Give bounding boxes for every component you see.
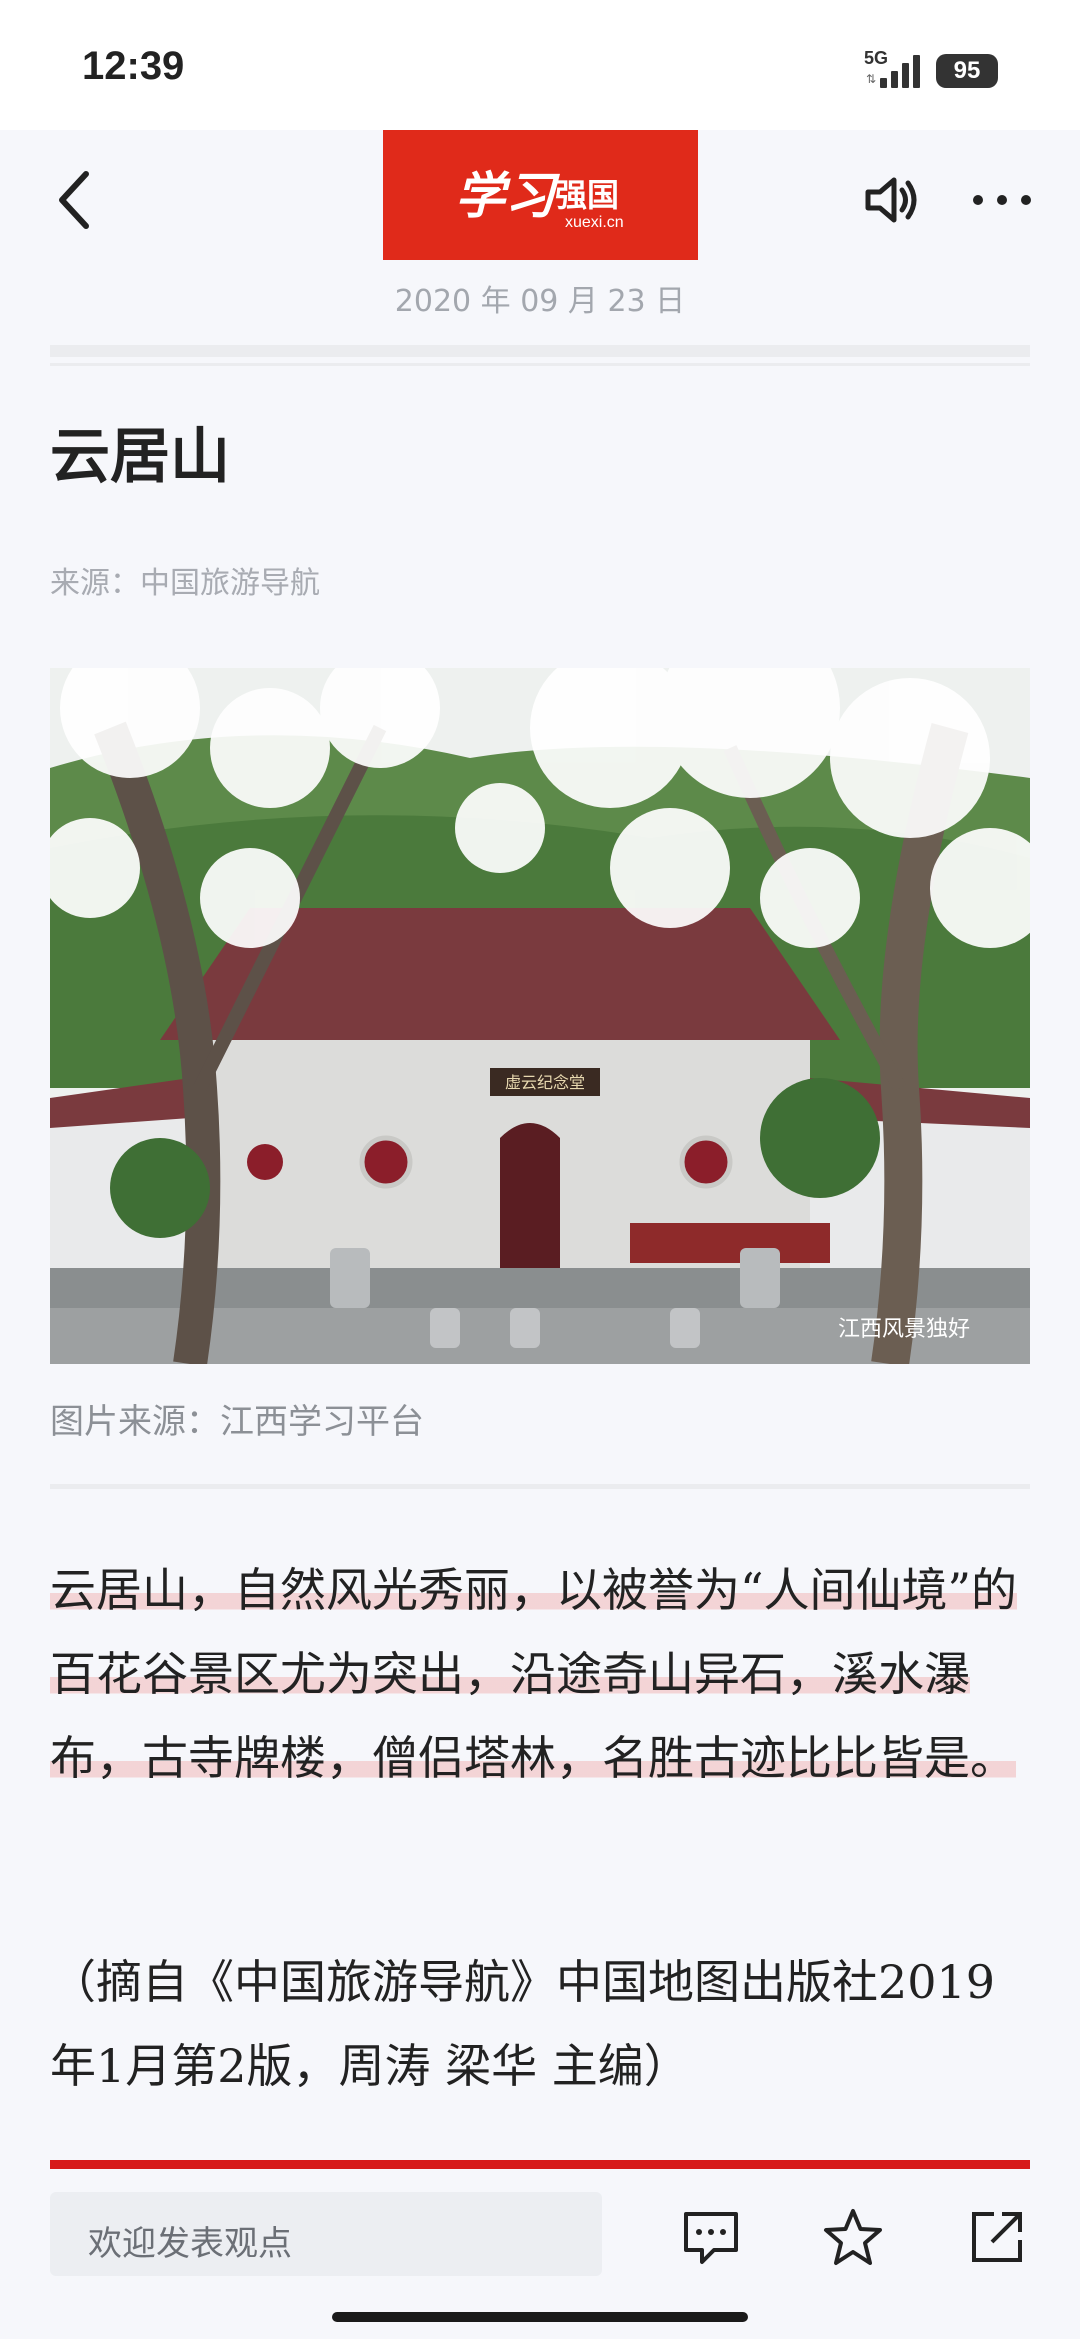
data-arrows-icon: ⇅	[866, 72, 877, 86]
image-caption: 图片来源：江西学习平台	[50, 1402, 424, 1442]
audio-button[interactable]	[862, 170, 922, 230]
article-title: 云居山	[50, 422, 230, 492]
logo-brand: 强国	[555, 176, 620, 214]
header-divider	[50, 345, 1030, 357]
more-button[interactable]	[970, 180, 1034, 220]
image-watermark: 江西风景独好	[838, 1317, 970, 1342]
status-time: 12:39	[82, 44, 185, 88]
comment-icon	[684, 2212, 738, 2264]
back-button[interactable]	[48, 160, 108, 240]
logo-calligraphy: 学习	[455, 166, 555, 225]
more-dots-icon	[973, 195, 1031, 205]
comment-button[interactable]	[680, 2206, 742, 2268]
signal-icon	[880, 54, 922, 88]
xuexi-logo: 学习 强国 xuexi.cn	[383, 130, 698, 260]
favorite-button[interactable]	[822, 2206, 884, 2268]
publish-date: 2020 年 09 月 23 日	[394, 284, 686, 319]
share-icon	[972, 2212, 1022, 2262]
article-citation: （摘自《中国旅游导航》中国地图出版社2019年1月第2版，周涛 梁华 主编）	[50, 1955, 996, 2093]
caption-divider	[50, 1484, 1030, 1489]
temple-photo: 虚云纪念堂 江西风景独好	[50, 668, 1030, 1364]
comment-placeholder: 欢迎发表观点	[88, 2224, 292, 2264]
header-divider-thin	[50, 363, 1030, 366]
speaker-icon	[865, 177, 917, 223]
logo-site: xuexi.cn	[565, 214, 624, 231]
article-source: 来源：中国旅游导航	[50, 566, 320, 601]
star-icon	[824, 2209, 882, 2265]
status-bar: 12:39 5G ⇅ 95	[0, 0, 1080, 130]
chevron-left-icon	[59, 171, 89, 229]
share-button[interactable]	[966, 2206, 1028, 2268]
article-paragraph: 云居山，自然风光秀丽，以被誉为“人间仙境”的百花谷景区尤为突出，沿途奇山异石，溪…	[50, 1548, 1030, 1800]
article-end-line	[50, 2160, 1030, 2169]
home-indicator[interactable]	[332, 2312, 748, 2322]
battery-indicator: 95	[936, 54, 998, 88]
highlighted-text: 云居山，自然风光秀丽，以被誉为“人间仙境”的百花谷景区尤为突出，沿途奇山异石，溪…	[50, 1563, 1018, 1785]
comment-input[interactable]: 欢迎发表观点	[50, 2192, 602, 2276]
article-image[interactable]: 虚云纪念堂 江西风景独好	[50, 668, 1030, 1364]
top-nav: 学习 强国 xuexi.cn 2020 年 09 月 23 日	[0, 130, 1080, 340]
temple-plaque: 虚云纪念堂	[505, 1073, 585, 1092]
